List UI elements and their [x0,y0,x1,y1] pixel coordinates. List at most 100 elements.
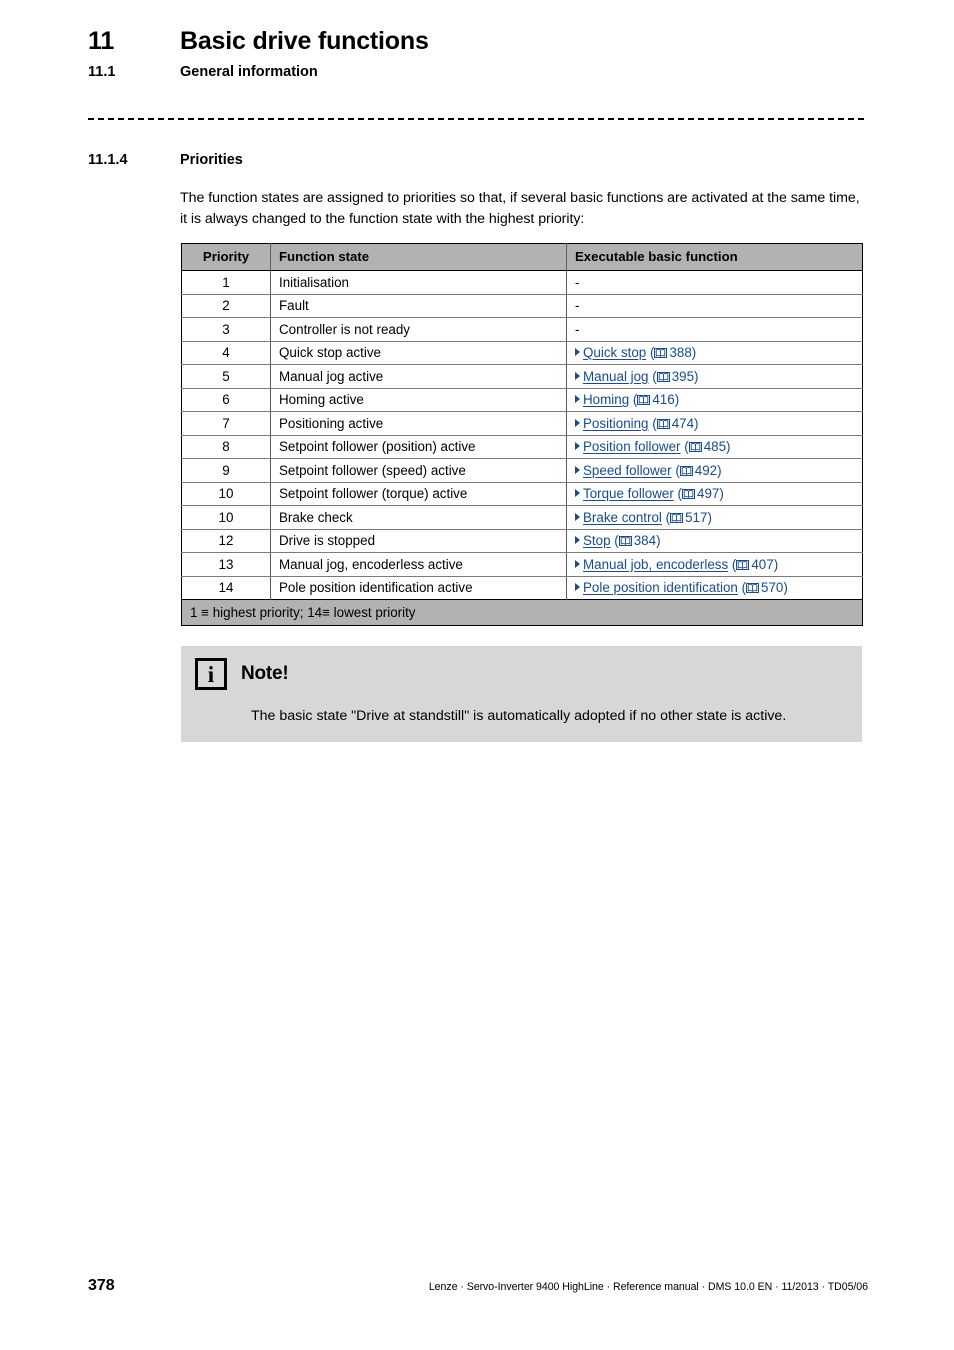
book-icon [736,559,750,570]
chapter-title: Basic drive functions [180,27,429,55]
cross-reference-link[interactable]: Brake control (517) [575,510,712,525]
table-row: 1 Initialisation - [181,270,863,295]
cell-priority: 10 [181,505,271,530]
book-icon [679,465,693,476]
cell-executable-basic-function[interactable]: Stop (384) [566,529,863,553]
cross-reference-link[interactable]: Manual jog (395) [575,369,699,384]
cell-executable-basic-function[interactable]: Brake control (517) [566,505,863,530]
table-body: 1 Initialisation -2 Fault - 3 Controller is no… [181,270,863,600]
table-row: 14 Pole position identification active Pol… [181,576,863,600]
book-icon [688,442,702,452]
cell-priority: 9 [181,458,271,483]
page-header: 11 Basic drive functions 11.1 General in… [88,26,866,81]
cell-priority: 4 [181,341,271,365]
table-row: 3 Controller is not ready - [181,317,863,342]
triangle-bullet-icon [575,395,580,403]
cross-reference-label[interactable]: Positioning [583,416,649,431]
cell-priority: 7 [181,411,271,436]
cross-reference-page: 517 [685,509,708,525]
section-number: 11.1 [88,64,116,80]
cell-function-state: Controller is not ready [270,317,567,342]
cross-reference-label[interactable]: Stop [583,533,611,548]
cell-priority: 3 [181,317,271,342]
note-text: The basic state "Drive at standstill" is… [251,708,787,724]
cross-reference-label[interactable]: Speed follower [583,463,672,478]
cross-reference-page: 492 [694,462,718,478]
cell-executable-basic-function[interactable]: Homing (416) [566,388,863,412]
cell-priority: 14 [181,576,271,600]
cell-function-state: Positioning active [270,411,567,436]
cell-executable-basic-function[interactable]: Quick stop (388) [566,341,863,365]
cell-function-state: Setpoint follower (speed) active [270,458,567,483]
cell-executable-basic-function[interactable]: Pole position identification (570) [566,576,863,600]
table-row: 5 Manual jog active Manual jog (395) [181,364,863,389]
chapter-heading: 11 Basic drive functions [88,26,866,56]
section-heading: 11.1 General information [88,63,866,81]
table-row: 13 Manual jog, encoderless active Manual j… [181,552,863,577]
cross-reference-page: 485 [703,439,727,454]
cross-reference-page: 384 [633,533,657,548]
cell-executable-basic-function: - [566,270,863,295]
table-row: 4 Quick stop active Quick stop (388) [181,341,863,365]
cell-function-state: Manual jog, encoderless active [270,552,567,577]
cross-reference-link[interactable]: Position follower (485) [575,439,731,454]
cross-reference-label[interactable]: Position follower [583,439,681,454]
cross-reference-link[interactable]: Manual job, encoderless (407) [575,557,778,572]
book-icon [656,371,670,382]
table-row: 7 Positioning active Positioning (474) [181,411,863,436]
intro-paragraph: The function states are assigned to prio… [180,190,860,227]
cell-executable-basic-function[interactable]: Position follower (485) [566,435,863,459]
cell-executable-basic-function[interactable]: Positioning (474) [566,411,863,436]
cross-reference-link[interactable]: Stop (384) [575,533,661,548]
cross-reference-label[interactable]: Torque follower [583,486,674,501]
note-box: i Note! The basic state "Drive at stands… [181,646,862,742]
triangle-bullet-icon [575,536,580,544]
cell-executable-basic-function[interactable]: Manual job, encoderless (407) [566,552,863,577]
table-footnote-row: 1 ≡ highest priority; 14≡ lowest priorit… [181,599,863,625]
cross-reference-link[interactable]: Positioning (474) [575,416,699,431]
cell-function-state: Fault [270,294,567,318]
book-icon [682,489,695,499]
cross-reference-link[interactable]: Speed follower (492) [575,463,722,478]
cross-reference-label[interactable]: Manual jog [583,369,649,384]
book-icon [637,395,651,405]
priority-table: Priority Function state Executable basic… [181,243,863,626]
cross-reference-link[interactable]: Homing (416) [575,392,679,407]
cell-function-state: Drive is stopped [270,529,567,553]
cross-reference-label[interactable]: Quick stop [583,345,646,360]
table-row: 9 Setpoint follower (speed) active Speed f… [181,458,863,483]
triangle-bullet-icon [575,442,580,450]
cell-priority: 8 [181,435,271,459]
cross-reference-link[interactable]: Torque follower (497) [575,486,724,501]
page-number: 378 [88,1277,115,1294]
cross-reference-label[interactable]: Homing [583,392,629,407]
cross-reference-page: 395 [671,368,695,384]
cross-reference-link[interactable]: Pole position identification (570) [575,580,788,595]
table-header-row: Priority Function state Executable basic… [181,243,863,271]
section-title: General information [180,64,318,80]
cell-executable-basic-function[interactable]: Manual jog (395) [566,364,863,389]
cross-reference-label[interactable]: Brake control [583,510,662,525]
triangle-bullet-icon [575,465,580,474]
triangle-bullet-icon [575,583,580,591]
triangle-bullet-icon [575,418,580,427]
book-icon [654,348,668,358]
cell-priority: 12 [181,529,271,553]
triangle-bullet-icon [575,371,580,380]
cell-priority: 6 [181,388,271,412]
cross-reference-label[interactable]: Pole position identification [583,580,738,595]
cell-function-state: Brake check [270,505,567,530]
footer-imprint: Lenze · Servo-Inverter 9400 HighLine · R… [428,1281,868,1293]
cell-executable-basic-function[interactable]: Speed follower (492) [566,458,863,483]
cell-function-state: Initialisation [270,270,567,295]
cross-reference-label[interactable]: Manual job, encoderless [583,557,728,572]
cross-reference-page: 497 [697,486,720,501]
cross-reference-link[interactable]: Quick stop (388) [575,345,696,360]
triangle-bullet-icon [575,512,580,521]
cross-reference-page: 570 [761,580,784,595]
cell-priority: 5 [181,364,271,389]
cell-executable-basic-function[interactable]: Torque follower (497) [566,482,863,506]
cell-priority: 2 [181,294,271,318]
chapter-number: 11 [88,27,115,55]
subsection-title: Priorities [180,152,243,168]
